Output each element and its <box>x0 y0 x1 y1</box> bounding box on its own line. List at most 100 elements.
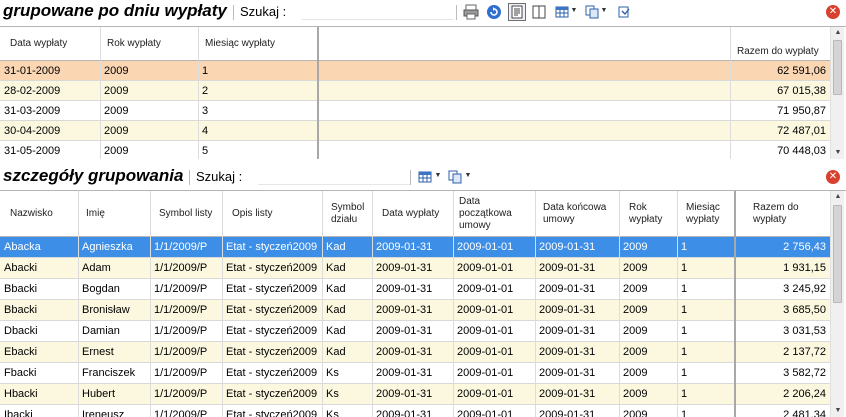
bottom-grid-cell[interactable]: 1/1/2009/P <box>150 300 222 320</box>
copy-dropdown-arrow[interactable]: ▼ <box>600 7 608 15</box>
column-header-data-wyplaty[interactable]: Data wypłaty <box>377 191 453 236</box>
top-grid-cell[interactable]: 2009 <box>100 141 198 159</box>
column-header-data-wyplaty[interactable]: Data wypłaty <box>5 27 100 60</box>
bottom-grid-cell[interactable]: 1 <box>677 363 734 383</box>
grid-layout-icon[interactable] <box>416 168 434 186</box>
bottom-grid-cell[interactable]: 2009-01-01 <box>453 405 535 417</box>
bottom-grid-cell[interactable]: 3 031,53 <box>736 321 830 341</box>
bottom-grid-cell[interactable]: 1/1/2009/P <box>150 237 222 257</box>
bottom-grid-cell[interactable]: Ks <box>322 384 372 404</box>
scroll-down-arrow[interactable]: ▼ <box>831 405 845 417</box>
bottom-grid-cell[interactable]: Ebacki <box>0 342 78 362</box>
bottom-grid-cell[interactable]: 1/1/2009/P <box>150 342 222 362</box>
bottom-grid-cell[interactable]: 1/1/2009/P <box>150 258 222 278</box>
top-grid-cell[interactable]: 3 <box>198 101 317 120</box>
bottom-grid-cell[interactable]: Agnieszka <box>78 237 150 257</box>
bottom-grid-cell[interactable]: 2009-01-31 <box>372 237 453 257</box>
grid-layout-dropdown-arrow[interactable]: ▼ <box>434 172 442 180</box>
bottom-grid-cell[interactable]: 2009-01-01 <box>453 342 535 362</box>
top-grid-cell[interactable] <box>319 81 730 100</box>
bottom-grid-cell[interactable]: Kad <box>322 258 372 278</box>
top-grid-cell[interactable]: 67 015,38 <box>731 81 830 100</box>
printer-icon[interactable] <box>462 3 480 21</box>
top-grid-cell[interactable] <box>319 61 730 80</box>
bottom-grid-cell[interactable]: Etat - styczeń2009 <box>222 237 322 257</box>
bottom-grid-cell[interactable]: Etat - styczeń2009 <box>222 300 322 320</box>
bottom-grid-cell[interactable]: Kad <box>322 342 372 362</box>
bottom-grid-cell[interactable]: 1 <box>677 237 734 257</box>
top-grid-cell[interactable]: 31-03-2009 <box>0 101 100 120</box>
bottom-grid-cell[interactable]: Ibacki <box>0 405 78 417</box>
bottom-grid-cell[interactable]: 2009-01-01 <box>453 321 535 341</box>
bottom-grid-row[interactable]: Fbacki Franciszek 1/1/2009/P Etat - styczeń… <box>0 363 830 384</box>
bottom-grid-cell[interactable]: Kad <box>322 321 372 341</box>
bottom-grid-cell[interactable]: 2009-01-01 <box>453 384 535 404</box>
top-grid-cell[interactable]: 71 950,87 <box>731 101 830 120</box>
scroll-up-arrow[interactable]: ▲ <box>831 191 845 203</box>
top-grid-row[interactable]: 31-01-2009 2009 1 62 591,06 <box>0 61 830 81</box>
bottom-grid-row[interactable]: Hbacki Hubert 1/1/2009/P Etat - styczeń2009… <box>0 384 830 405</box>
bottom-grid-cell[interactable]: 2009-01-01 <box>453 237 535 257</box>
top-vertical-scrollbar[interactable]: ▲ ▼ <box>830 27 844 159</box>
top-grid-cell[interactable]: 31-01-2009 <box>0 61 100 80</box>
bottom-grid-row[interactable]: Bbacki Bronisław 1/1/2009/P Etat - styczeń2… <box>0 300 830 321</box>
columns-icon[interactable] <box>530 3 548 21</box>
export-icon[interactable] <box>615 3 633 21</box>
bottom-grid-cell[interactable]: Kad <box>322 237 372 257</box>
top-grid-cell[interactable]: 1 <box>198 61 317 80</box>
bottom-grid-cell[interactable]: Etat - styczeń2009 <box>222 384 322 404</box>
top-grid-cell[interactable]: 31-05-2009 <box>0 141 100 159</box>
bottom-grid-cell[interactable]: 2 206,24 <box>736 384 830 404</box>
bottom-grid-cell[interactable]: Kad <box>322 279 372 299</box>
top-grid-cell[interactable]: 28-02-2009 <box>0 81 100 100</box>
copy-dropdown-arrow[interactable]: ▼ <box>464 172 472 180</box>
bottom-grid-cell[interactable]: Ks <box>322 363 372 383</box>
bottom-grid-cell[interactable]: Etat - styczeń2009 <box>222 258 322 278</box>
bottom-grid-row[interactable]: Bbacki Bogdan 1/1/2009/P Etat - styczeń2009… <box>0 279 830 300</box>
column-header-empty[interactable] <box>320 27 730 60</box>
grid-layout-icon[interactable] <box>553 3 571 21</box>
bottom-grid-row[interactable]: Dbacki Damian 1/1/2009/P Etat - styczeń2009… <box>0 321 830 342</box>
top-grid-cell[interactable]: 30-04-2009 <box>0 121 100 140</box>
bottom-grid-cell[interactable]: 2009 <box>619 405 677 417</box>
top-grid-cell[interactable]: 5 <box>198 141 317 159</box>
bottom-grid-cell[interactable]: 2 137,72 <box>736 342 830 362</box>
bottom-grid-cell[interactable]: 3 685,50 <box>736 300 830 320</box>
bottom-grid-row[interactable]: Abacki Adam 1/1/2009/P Etat - styczeń2009 Ka… <box>0 258 830 279</box>
bottom-grid-cell[interactable]: 1/1/2009/P <box>150 405 222 417</box>
bottom-grid-cell[interactable]: 2009-01-31 <box>372 384 453 404</box>
bottom-grid-cell[interactable]: Etat - styczeń2009 <box>222 321 322 341</box>
bottom-close-button[interactable]: ✕ <box>826 170 840 184</box>
top-search-input[interactable] <box>302 3 454 20</box>
bottom-grid-cell[interactable]: Abacka <box>0 237 78 257</box>
top-grid-cell[interactable]: 2009 <box>100 121 198 140</box>
bottom-grid-cell[interactable]: 2009-01-31 <box>535 258 619 278</box>
refresh-icon[interactable] <box>485 3 503 21</box>
bottom-grid-cell[interactable]: 2009-01-31 <box>535 342 619 362</box>
top-grid-row[interactable]: 31-03-2009 2009 3 71 950,87 <box>0 101 830 121</box>
top-grid-cell[interactable]: 72 487,01 <box>731 121 830 140</box>
top-grid-cell[interactable]: 2009 <box>100 61 198 80</box>
bottom-grid-cell[interactable]: 2009-01-31 <box>535 384 619 404</box>
bottom-grid-cell[interactable]: Hubert <box>78 384 150 404</box>
bottom-grid-cell[interactable]: 2009-01-31 <box>535 405 619 417</box>
bottom-grid-cell[interactable]: 2009-01-31 <box>535 279 619 299</box>
column-header-razem-do-wyplaty[interactable]: Razem do wypłaty <box>748 191 828 236</box>
bottom-grid-cell[interactable]: 1 <box>677 300 734 320</box>
bottom-grid-cell[interactable]: 2009 <box>619 258 677 278</box>
top-grid-cell[interactable]: 2 <box>198 81 317 100</box>
bottom-grid-cell[interactable]: 1 <box>677 321 734 341</box>
bottom-grid-cell[interactable]: 1 931,15 <box>736 258 830 278</box>
top-grid-cell[interactable]: 2009 <box>100 101 198 120</box>
bottom-grid-cell[interactable]: 1 <box>677 342 734 362</box>
bottom-grid-cell[interactable]: 1 <box>677 384 734 404</box>
top-close-button[interactable]: ✕ <box>826 5 840 19</box>
bottom-grid-cell[interactable]: Etat - styczeń2009 <box>222 405 322 417</box>
bottom-grid-cell[interactable]: 1 <box>677 405 734 417</box>
column-header-data-koncowa-umowy[interactable]: Data końcowa umowy <box>538 191 618 236</box>
bottom-grid-cell[interactable]: 1/1/2009/P <box>150 279 222 299</box>
bottom-grid-cell[interactable]: Abacki <box>0 258 78 278</box>
column-header-imie[interactable]: Imię <box>81 191 151 236</box>
bottom-grid-cell[interactable]: 1/1/2009/P <box>150 384 222 404</box>
scroll-up-arrow[interactable]: ▲ <box>831 27 845 39</box>
